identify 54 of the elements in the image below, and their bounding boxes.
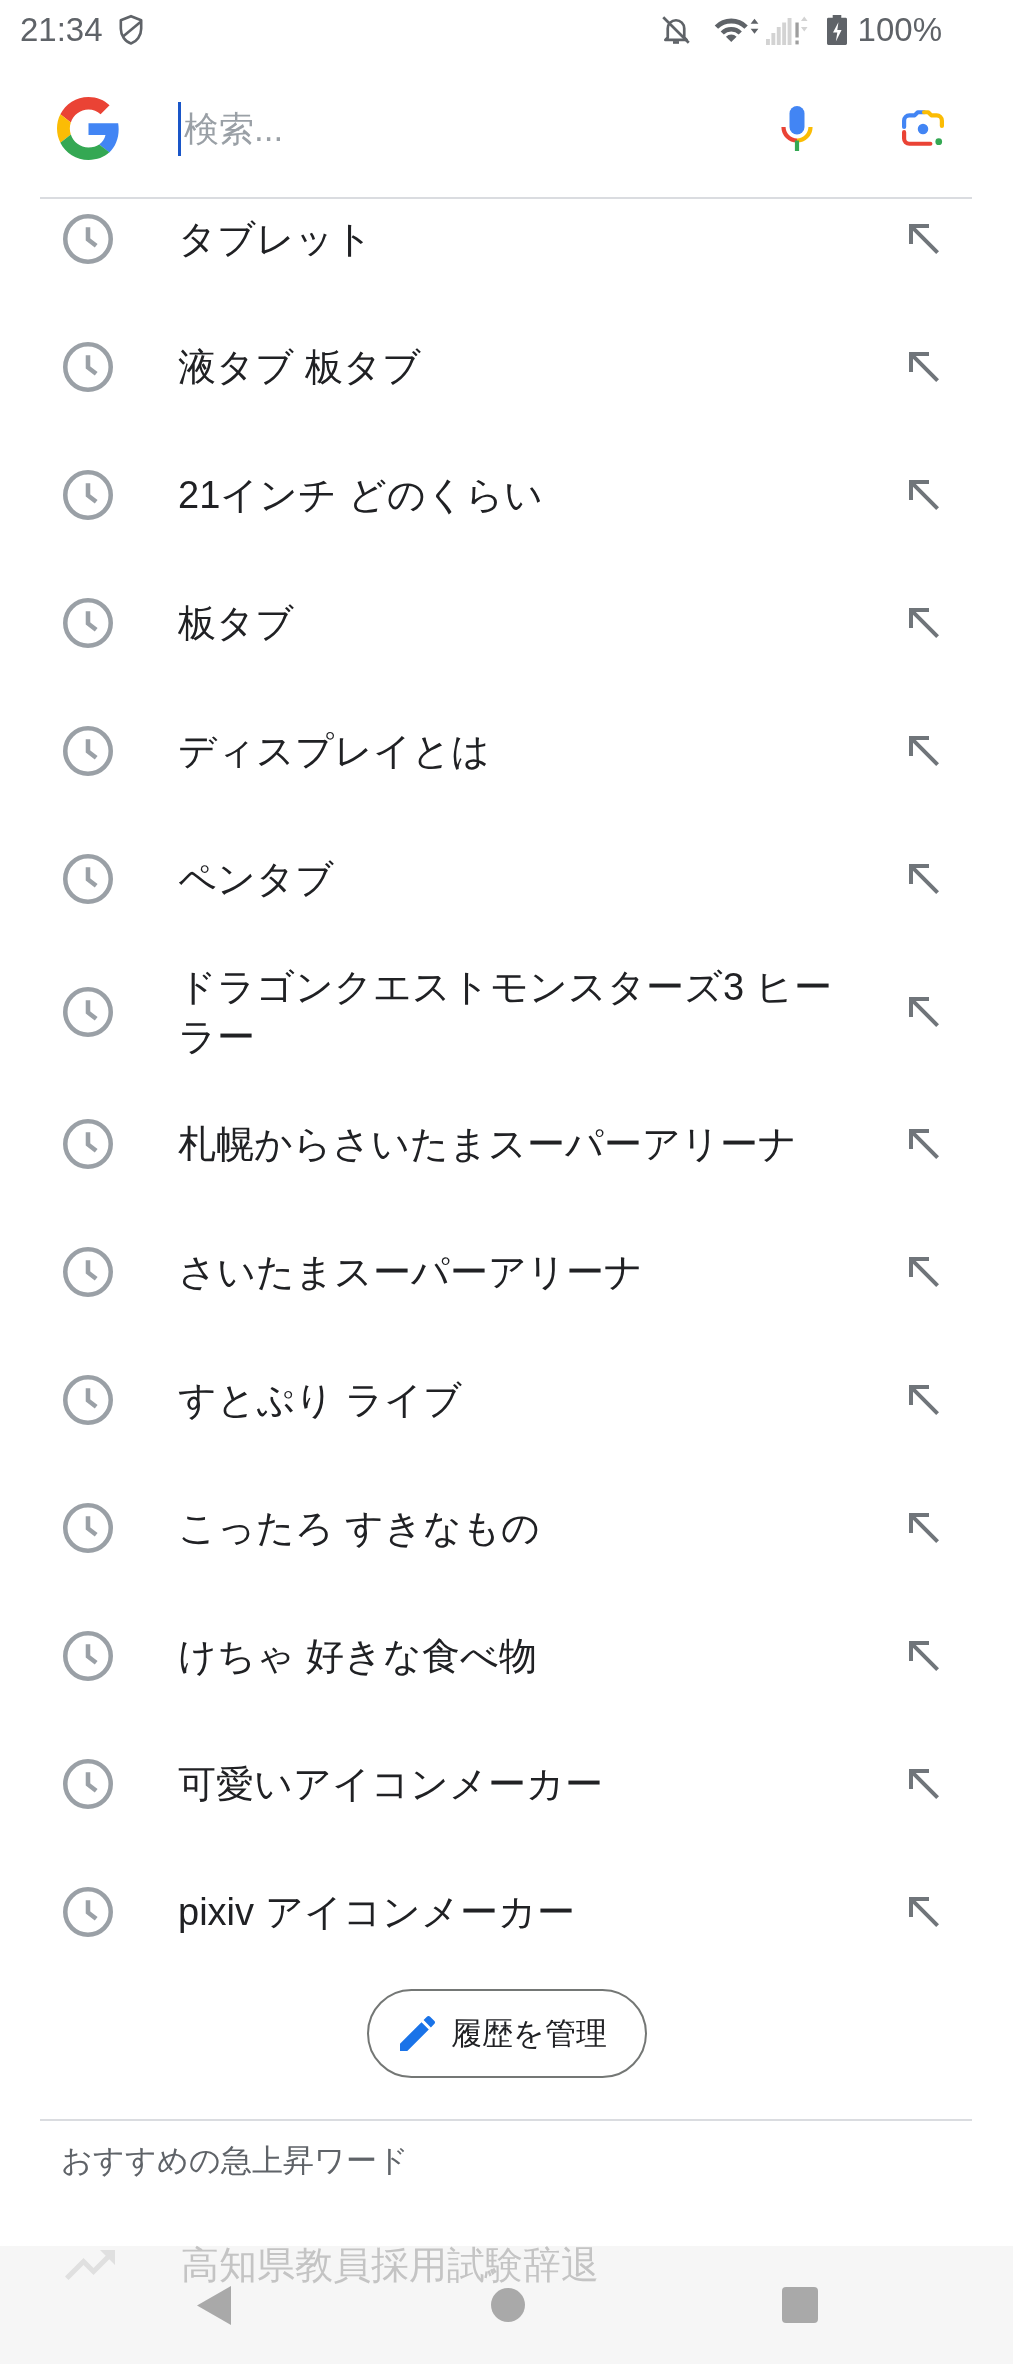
- clock-icon: [63, 1503, 113, 1553]
- history-query[interactable]: けちゃ 好きな食べ物: [178, 1631, 537, 1681]
- search-field[interactable]: 検索...: [184, 103, 763, 154]
- history-query[interactable]: ペンタブ: [178, 854, 334, 904]
- arrow-up-left-icon[interactable]: [909, 608, 939, 638]
- arrow-up-left-icon[interactable]: [909, 1257, 939, 1287]
- history-query[interactable]: さいたまスーパーアリーナ: [178, 1247, 643, 1297]
- pencil-icon: [399, 2016, 435, 2051]
- history-query[interactable]: 液タブ 板タブ: [178, 342, 421, 392]
- clock-icon: [63, 1887, 113, 1937]
- g-logo-icon: [57, 97, 120, 160]
- arrow-up-left-icon[interactable]: [909, 352, 939, 382]
- clock-icon: [63, 1759, 113, 1809]
- history-query[interactable]: すとぷり ライブ: [178, 1375, 462, 1425]
- arrow-up-left-icon[interactable]: [909, 1769, 939, 1799]
- arrow-up-left-icon[interactable]: [909, 1897, 939, 1927]
- arrow-up-left-icon[interactable]: [909, 1385, 939, 1415]
- cell-signal-icon: [765, 15, 808, 45]
- history-query[interactable]: 板タブ: [178, 598, 294, 648]
- history-query[interactable]: ディスプレイとは: [178, 726, 490, 776]
- arrow-up-left-icon[interactable]: [909, 996, 939, 1027]
- clock-icon: [63, 726, 113, 776]
- battery-percentage: 100%: [857, 11, 942, 49]
- clock-icon: [63, 1631, 113, 1681]
- clock-icon: [63, 342, 113, 392]
- arrow-up-left-icon[interactable]: [909, 1641, 939, 1671]
- history-query[interactable]: 可愛いアイコンメーカー: [178, 1759, 603, 1809]
- history-query[interactable]: 21インチ どのくらい: [178, 470, 543, 520]
- clock-icon: [63, 1375, 113, 1425]
- arrow-up-left-icon[interactable]: [909, 1129, 939, 1159]
- section-heading: おすすめの急上昇ワード: [61, 2142, 409, 2180]
- arrow-up-left-icon[interactable]: [909, 224, 939, 254]
- battery-icon: [826, 15, 847, 45]
- manage-history-button[interactable]: 履歴を管理: [366, 1989, 647, 2078]
- arrow-up-left-icon[interactable]: [909, 480, 939, 510]
- clock-icon: [63, 598, 113, 648]
- history-query[interactable]: タブレット: [178, 214, 373, 264]
- clock-icon: [63, 1119, 113, 1169]
- clock-icon: [63, 986, 113, 1037]
- history-query[interactable]: 札幌からさいたまスーパーアリーナ: [178, 1119, 797, 1169]
- clock-icon: [63, 470, 113, 520]
- history-query[interactable]: こったろ すきなもの: [178, 1503, 540, 1553]
- arrow-up-left-icon[interactable]: [909, 1513, 939, 1543]
- arrow-up-left-icon[interactable]: [909, 736, 939, 766]
- arrow-up-left-icon[interactable]: [909, 864, 939, 894]
- clock-icon: [63, 854, 113, 904]
- camera-icon[interactable]: [902, 110, 944, 147]
- bell-slash-icon: [660, 15, 691, 45]
- clock-icon: [63, 1247, 113, 1297]
- history-query[interactable]: ドラゴンクエストモンスターズ3 ヒーラー: [178, 961, 838, 1062]
- microphone-icon[interactable]: [781, 106, 813, 151]
- clock-icon: [63, 214, 113, 264]
- status-time: 21:34: [20, 11, 103, 49]
- history-query[interactable]: pixiv アイコンメーカー: [178, 1887, 575, 1937]
